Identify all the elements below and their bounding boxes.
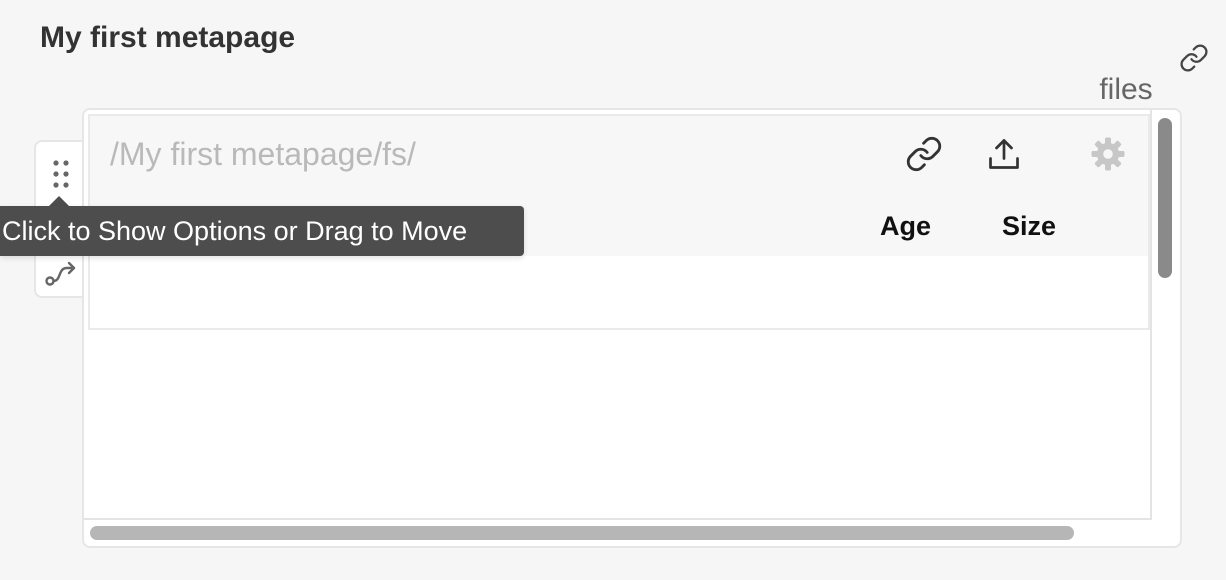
- link-icon[interactable]: [1176, 40, 1212, 76]
- metapage-view: My first metapage files /My first metapa…: [0, 0, 1226, 580]
- settings-button[interactable]: [1088, 134, 1128, 174]
- file-list: [90, 256, 1148, 328]
- copy-link-button[interactable]: [904, 134, 944, 174]
- vertical-scrollbar[interactable]: [1156, 116, 1174, 518]
- link-icon: [906, 136, 942, 172]
- upload-button[interactable]: [984, 134, 1024, 174]
- column-header-size[interactable]: Size: [1002, 208, 1056, 244]
- tooltip-text: Click to Show Options or Drag to Move: [2, 216, 468, 246]
- page-title: My first metapage: [40, 21, 296, 54]
- horizontal-scrollbar[interactable]: [84, 520, 1152, 546]
- column-header-age[interactable]: Age: [880, 208, 931, 244]
- connect-icon[interactable]: [42, 254, 80, 292]
- tooltip: Click to Show Options or Drag to Move: [0, 206, 524, 256]
- path-bar: /My first metapage/fs/: [90, 116, 1148, 190]
- files-content: /My first metapage/fs/ Age Size: [84, 110, 1152, 520]
- upload-icon: [989, 139, 1019, 169]
- component-label: files: [1099, 73, 1153, 106]
- vertical-scrollbar-thumb[interactable]: [1158, 118, 1172, 278]
- horizontal-scrollbar-thumb[interactable]: [90, 526, 1074, 540]
- gear-icon: [1091, 137, 1125, 171]
- tooltip-arrow: [49, 196, 69, 206]
- current-path: /My first metapage/fs/: [110, 136, 416, 172]
- files-component-frame: /My first metapage/fs/ Age Size: [82, 108, 1182, 548]
- drag-handle-icon[interactable]: [44, 152, 78, 196]
